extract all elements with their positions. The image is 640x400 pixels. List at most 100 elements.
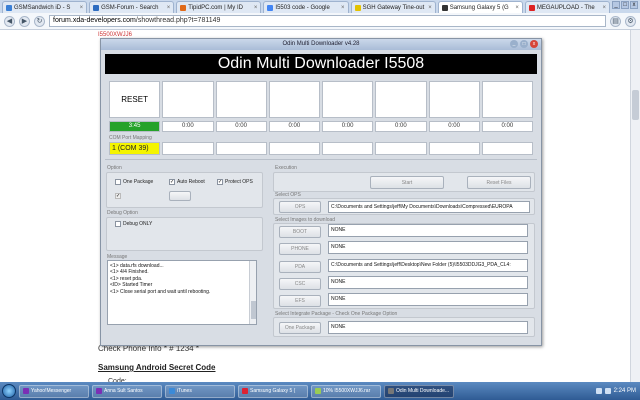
tab-close-icon[interactable]: × <box>341 5 345 11</box>
page-menu-icon[interactable]: ▤ <box>610 15 621 27</box>
app-icon <box>315 388 321 394</box>
execution-panel: Start Reset Files <box>273 172 535 192</box>
browser-tab[interactable]: GSMSandwich iD - S × <box>2 1 88 13</box>
message-scrollbar[interactable] <box>249 261 256 324</box>
browser-tab[interactable]: SGH Gateway Tine-out × <box>350 1 436 13</box>
one-package-button[interactable]: One Package <box>279 322 321 334</box>
odin-titlebar[interactable]: Odin Multi Downloader v4.28 _ □ x <box>101 39 541 50</box>
taskbar-item-label: Odin Multi Downloade... <box>396 388 450 394</box>
back-icon[interactable]: ◀ <box>4 15 15 27</box>
pda-button[interactable]: PDA <box>279 261 321 273</box>
timer: 0:00 <box>481 121 533 132</box>
taskbar-item[interactable]: Samsung Galaxy 5 ( <box>238 384 308 398</box>
odin-maximize-icon[interactable]: □ <box>520 40 528 48</box>
port-slot <box>428 81 480 118</box>
com-port-label: COM Port Mapping <box>109 135 152 141</box>
taskbar-item[interactable]: iTunes <box>165 384 235 398</box>
efs-button[interactable]: EFS <box>279 295 321 307</box>
minimize-icon[interactable]: _ <box>612 1 620 9</box>
tab-close-icon[interactable]: × <box>602 5 606 11</box>
app-icon <box>23 388 29 394</box>
com-port <box>428 142 480 155</box>
browser-tab-label: MEGAUPLOAD - The <box>536 4 595 11</box>
scrollbar-thumb[interactable] <box>632 90 639 120</box>
boot-field[interactable]: NONE <box>328 224 528 237</box>
tab-close-icon[interactable]: × <box>254 5 258 11</box>
integrate-panel: One Package NONE <box>273 317 535 337</box>
ops-path-field[interactable]: C:\Documents and Settings\jeff\My Docume… <box>328 201 530 213</box>
reload-icon[interactable]: ↻ <box>34 15 45 27</box>
check-icon: ✓ <box>169 179 175 185</box>
phone-field[interactable]: NONE <box>328 241 528 254</box>
disabled-button <box>169 191 191 201</box>
volume-icon[interactable] <box>604 388 611 394</box>
ops-button[interactable]: OPS <box>279 201 321 213</box>
url-input[interactable]: forum.xda-developers.com/showthread.php?… <box>49 15 606 27</box>
port-slot <box>215 81 267 118</box>
page-heading-link[interactable]: Samsung Android Secret Code <box>98 363 216 372</box>
forward-icon[interactable]: ▶ <box>19 15 30 27</box>
favicon-icon <box>267 4 274 11</box>
debug-only-checkbox[interactable]: Debug ONLY <box>115 221 152 227</box>
browser-tab[interactable]: Samsung Galaxy 5 (G × <box>437 1 523 13</box>
reset-files-button[interactable]: Reset Files <box>467 176 531 189</box>
debug-panel: Debug ONLY <box>106 217 263 251</box>
browser-tab-label: Samsung Galaxy 5 (G <box>449 4 509 11</box>
favicon-icon <box>528 4 535 11</box>
message-line: <1> Close serial port and wait until reb… <box>110 288 211 295</box>
protect-ops-checkbox[interactable]: ✓ Protect OPS <box>217 179 253 185</box>
tab-close-icon[interactable]: × <box>80 5 84 11</box>
debug-option-label: Debug Option <box>107 210 138 216</box>
option-label: Option <box>107 165 122 171</box>
network-icon[interactable] <box>595 388 602 394</box>
favicon-icon <box>441 4 448 11</box>
app-icon <box>242 388 248 394</box>
odin-minimize-icon[interactable]: _ <box>510 40 518 48</box>
message-lines: <1> data.rfs download... <1> 4/4 Finished… <box>110 263 254 295</box>
csc-button[interactable]: CSC <box>279 278 321 290</box>
boot-button[interactable]: BOOT <box>279 226 321 238</box>
browser-tab[interactable]: GSM-Forum - Search × <box>89 1 175 13</box>
start-button[interactable]: Start <box>370 176 444 189</box>
scrollbar-thumb[interactable] <box>251 301 256 319</box>
odin-title: Odin Multi Downloader v4.28 <box>282 41 360 47</box>
wrench-icon[interactable]: ⚙ <box>625 15 636 27</box>
disabled-checkbox: ✓ <box>115 193 121 199</box>
favicon-icon <box>354 4 361 11</box>
message-log[interactable]: <1> data.rfs download... <1> 4/4 Finished… <box>107 260 257 325</box>
phone-button[interactable]: PHONE <box>279 243 321 255</box>
port-slots: RESET <box>109 81 533 118</box>
one-package-field[interactable]: NONE <box>328 321 528 334</box>
port-slot <box>322 81 374 118</box>
odin-window: Odin Multi Downloader v4.28 _ □ x Odin M… <box>100 38 542 346</box>
taskbar-item[interactable]: Anna Sult Santos <box>92 384 162 398</box>
tab-close-icon[interactable]: × <box>515 5 519 11</box>
option-panel: One Package ✓ Auto Reboot ✓ Protect OPS ✓ <box>106 172 263 208</box>
page-scrollbar[interactable] <box>630 30 640 382</box>
efs-field[interactable]: NONE <box>328 293 528 306</box>
one-package-checkbox[interactable]: One Package <box>115 179 153 185</box>
clock[interactable]: 2:24 PM <box>614 388 636 394</box>
checkbox-box <box>115 179 121 185</box>
port-slot <box>162 81 214 118</box>
tab-close-icon[interactable]: × <box>167 5 171 11</box>
taskbar-item[interactable]: 10% I5500XWJJ6.rar <box>311 384 381 398</box>
pda-field[interactable]: C:\Documents and Settings\jeff\Desktop\N… <box>328 259 528 272</box>
browser-tab[interactable]: MEGAUPLOAD - The × <box>524 1 610 13</box>
taskbar-item[interactable]: Odin Multi Downloade... <box>384 384 454 398</box>
odin-close-icon[interactable]: x <box>530 40 538 48</box>
com-port-active: 1 (COM 39) <box>109 142 161 155</box>
csc-field[interactable]: NONE <box>328 276 528 289</box>
browser-tab[interactable]: TipidPC.com | My ID × <box>176 1 262 13</box>
start-button[interactable] <box>2 384 16 398</box>
favicon-icon <box>6 4 12 11</box>
tab-close-icon[interactable]: × <box>428 5 432 11</box>
taskbar-item[interactable]: Yahoo!Messenger <box>19 384 89 398</box>
browser-tab[interactable]: I5503 code - Google × <box>263 1 349 13</box>
reset-button[interactable]: RESET <box>109 81 161 118</box>
maximize-icon[interactable]: □ <box>621 1 629 9</box>
auto-reboot-checkbox[interactable]: ✓ Auto Reboot <box>169 179 205 185</box>
close-icon[interactable]: x <box>630 1 638 9</box>
timer: 0:00 <box>162 121 214 132</box>
browser-tab-strip: GSMSandwich iD - S × GSM-Forum - Search × Ti… <box>0 0 640 13</box>
